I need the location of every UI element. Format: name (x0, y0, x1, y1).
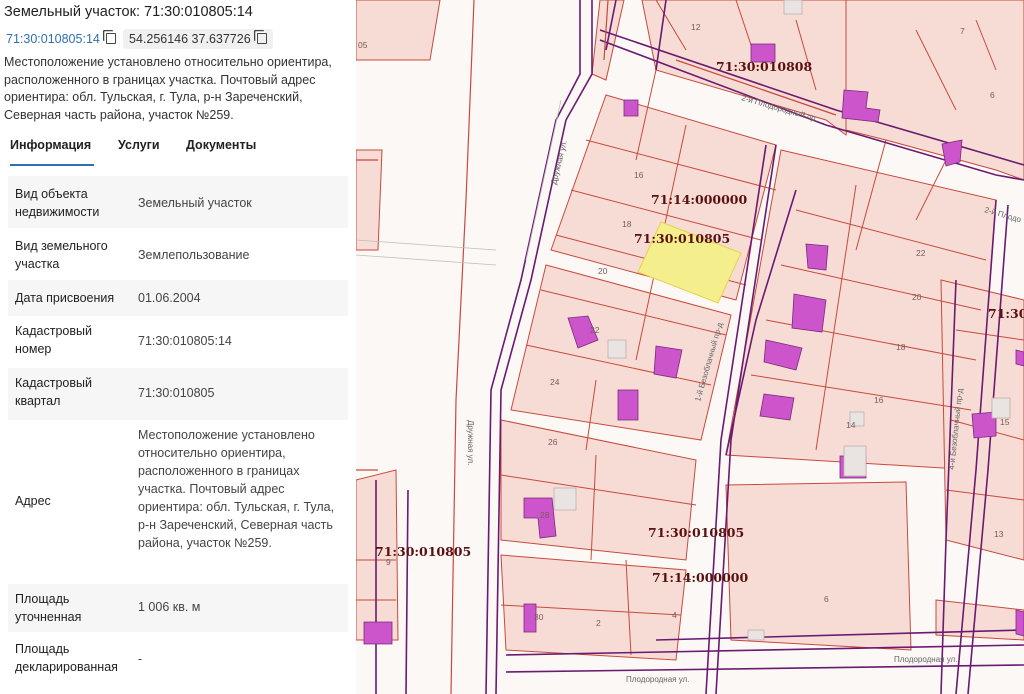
row-value: 71:30:010805:14 (138, 334, 232, 348)
panel-title: Земельный участок: 71:30:010805:14 (4, 4, 253, 20)
street-label: Дружная ул. (549, 139, 569, 185)
row-label: Площадь декларированная (15, 642, 118, 674)
plot-number: 26 (548, 437, 558, 447)
plot-number: 22 (590, 325, 600, 335)
map-canvas[interactable]: 71:30:010808 71:14:000000 71:30:010805 7… (356, 0, 1024, 694)
coordinates-text: 54.256146 37.637726 (129, 32, 251, 46)
plot-number: 18 (622, 219, 632, 229)
map-label-quarter: 71:30:010805 (634, 231, 730, 246)
table-row: Площадь декларированная - (8, 632, 348, 680)
plot-number: 05 (358, 40, 368, 50)
row-value: 71:30:010805 (138, 386, 215, 400)
cadastral-map[interactable]: 71:30:010808 71:14:000000 71:30:010805 7… (356, 0, 1024, 694)
plot-number: 30 (534, 612, 544, 622)
tab-info[interactable]: Информация (10, 138, 94, 166)
building (791, 293, 827, 333)
building (759, 393, 795, 421)
coordinates-chip[interactable]: 54.256146 37.637726 (123, 29, 273, 49)
plot-number: 15 (1000, 417, 1010, 427)
plot-number: 16 (634, 170, 644, 180)
row-label: Кадастровый номер (15, 324, 92, 356)
plot-number: 7 (960, 26, 965, 36)
plot-number: 13 (994, 529, 1004, 539)
plot-number: 9 (386, 557, 391, 567)
cadastral-number-chip[interactable]: 71:30:010805:14 (0, 29, 122, 49)
parcel-layer (356, 0, 1024, 661)
table-row: Площадь уточненная 1 006 кв. м (8, 584, 348, 632)
building (617, 389, 639, 421)
plot-number: 14 (846, 420, 856, 430)
row-label: Кадастровый квартал (15, 376, 92, 408)
row-label: Вид земельного участка (15, 239, 108, 271)
table-row: Вид земельного участка Землепользование (8, 228, 348, 280)
plot-number: 6 (824, 594, 829, 604)
map-label-quarter: 71:30:010808 (716, 59, 813, 74)
copy-icon[interactable] (256, 33, 267, 44)
tab-documents[interactable]: Документы (186, 138, 256, 164)
row-label: Дата присвоения (15, 291, 115, 305)
copy-icon[interactable] (105, 33, 116, 44)
plot-number: 22 (916, 248, 926, 258)
info-panel: Земельный участок: 71:30:010805:14 71:30… (0, 0, 356, 694)
plot-number: 28 (540, 510, 550, 520)
street-label: Плодородная ул. (894, 655, 957, 664)
map-label-zone: 71:14:000000 (652, 570, 749, 585)
table-row: Кадастровый номер 71:30:010805:14 (8, 316, 348, 368)
row-label: Адрес (15, 494, 51, 508)
cadastral-number-text: 71:30:010805:14 (6, 32, 100, 46)
street-label: Дружная ул. (466, 420, 475, 465)
row-value: 01.06.2004 (138, 291, 201, 305)
row-label: Вид объекта недвижимости (15, 187, 100, 219)
row-value: 1 006 кв. м (138, 600, 201, 614)
row-value: Землепользование (138, 248, 250, 262)
row-value: Местоположение установлено относительно … (138, 428, 335, 550)
plot-number: 16 (874, 395, 884, 405)
street-label: Плодородная ул. (626, 675, 689, 684)
street-lines (356, 99, 562, 266)
building (805, 243, 829, 271)
building (941, 139, 963, 167)
plot-number: 4 (672, 610, 677, 620)
plot-number: 2 (596, 618, 601, 628)
address-summary: Местоположение установлено относительно … (4, 55, 332, 122)
row-value: - (138, 652, 143, 666)
plot-number: 24 (550, 377, 560, 387)
building (1015, 349, 1024, 367)
plot-number: 20 (912, 292, 922, 302)
tab-bar: Информация Услуги Документы (0, 138, 356, 166)
table-row: Дата присвоения 01.06.2004 (8, 280, 348, 316)
table-row: Вид объекта недвижимости Земельный участ… (8, 176, 348, 228)
tab-services[interactable]: Услуги (118, 138, 160, 164)
plot-number: 20 (598, 266, 608, 276)
plot-number: 12 (691, 22, 701, 32)
plot-number: 6 (990, 90, 995, 100)
map-label-zone: 71:14:000000 (651, 192, 748, 207)
row-value: Земельный участок (138, 196, 252, 210)
row-label: Площадь уточненная (15, 592, 82, 624)
plot-number: 18 (896, 342, 906, 352)
building (623, 99, 639, 117)
table-row: Адрес Местоположение установлено относит… (8, 420, 348, 584)
building (1015, 609, 1024, 637)
table-row: Кадастровый квартал 71:30:010805 (8, 368, 348, 420)
map-label-quarter: 71:30 (988, 306, 1024, 321)
building (363, 621, 393, 645)
map-label-quarter: 71:30:010805 (648, 525, 744, 540)
